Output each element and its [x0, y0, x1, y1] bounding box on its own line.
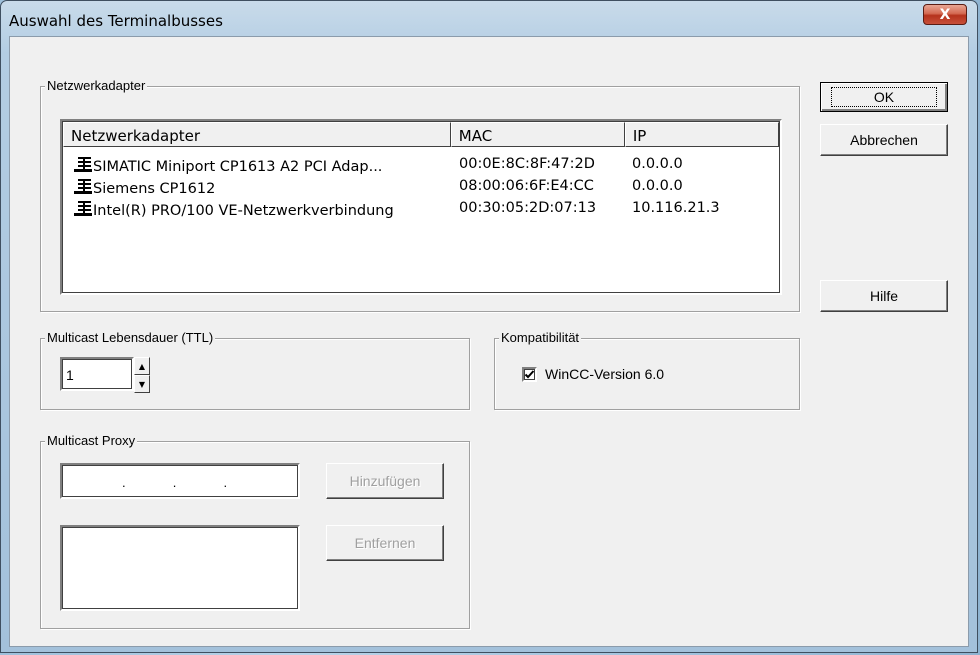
help-button-label: Hilfe [869, 288, 898, 304]
ttl-value: 1 [66, 367, 74, 383]
network-adapter-icon [74, 157, 92, 172]
table-row[interactable]: Intel(R) PRO/100 VE-Netzwerkverbindung 0… [63, 200, 783, 220]
table-row[interactable]: SIMATIC Miniport CP1613 A2 PCI Adap... 0… [63, 156, 783, 176]
wincc-version-label: WinCC-Version 6.0 [545, 366, 665, 382]
proxy-ip-separators: . . . [122, 475, 229, 490]
help-button[interactable]: Hilfe [820, 280, 948, 312]
adapter-mac: 00:0E:8C:8F:47:2D [459, 156, 595, 172]
add-button-label: Hinzufügen [349, 473, 421, 489]
window-title: Auswahl des Terminalbusses [9, 12, 223, 30]
cancel-button-label: Abbrechen [850, 132, 918, 148]
proxy-list[interactable] [60, 525, 300, 611]
list-header: Netzwerkadapter MAC IP [63, 122, 779, 147]
spin-up-icon[interactable]: ▲ [134, 357, 150, 375]
remove-button-label: Entfernen [354, 535, 416, 551]
adapter-name: SIMATIC Miniport CP1613 A2 PCI Adap... [93, 159, 383, 175]
column-header-ip[interactable]: IP [624, 122, 779, 147]
spin-down-icon[interactable]: ▼ [134, 375, 150, 393]
network-adapter-icon [74, 179, 92, 194]
add-button[interactable]: Hinzufügen [326, 463, 444, 499]
adapter-ip: 0.0.0.0 [632, 156, 683, 172]
proxy-ip-input[interactable]: . . . [60, 463, 300, 499]
compatibility-group-label: Kompatibilität [499, 330, 582, 345]
adapter-name: Intel(R) PRO/100 VE-Netzwerkverbindung [93, 203, 394, 219]
close-icon: X [939, 6, 951, 23]
adapter-ip: 10.116.21.3 [632, 200, 720, 216]
network-adapter-icon [74, 201, 92, 216]
title-bar[interactable]: Auswahl des Terminalbusses X [1, 1, 977, 35]
multicast-proxy-group-label: Multicast Proxy [45, 433, 138, 448]
wincc-version-checkbox[interactable] [522, 367, 537, 382]
adapter-mac: 08:00:06:6F:E4:CC [459, 178, 594, 194]
ok-button[interactable]: OK [820, 82, 948, 112]
table-row[interactable]: Siemens CP1612 08:00:06:6F:E4:CC 0.0.0.0 [63, 178, 783, 198]
network-adapter-group-label: Netzwerkadapter [45, 78, 148, 93]
column-header-adapter[interactable]: Netzwerkadapter [63, 122, 451, 147]
network-adapter-list[interactable]: Netzwerkadapter MAC IP SIMATIC Miniport … [60, 119, 782, 295]
adapter-name: Siemens CP1612 [93, 181, 216, 197]
ttl-group-label: Multicast Lebensdauer (TTL) [45, 330, 216, 345]
column-header-mac[interactable]: MAC [450, 122, 625, 147]
ok-button-label: OK [830, 87, 938, 107]
adapter-ip: 0.0.0.0 [632, 178, 683, 194]
remove-button[interactable]: Entfernen [326, 525, 444, 561]
close-button[interactable]: X [923, 4, 967, 25]
cancel-button[interactable]: Abbrechen [820, 124, 948, 156]
ttl-spinner[interactable]: ▲ ▼ [134, 357, 150, 393]
ttl-input[interactable]: 1 [60, 357, 134, 391]
checkmark-icon [524, 370, 535, 379]
adapter-mac: 00:30:05:2D:07:13 [459, 200, 597, 216]
